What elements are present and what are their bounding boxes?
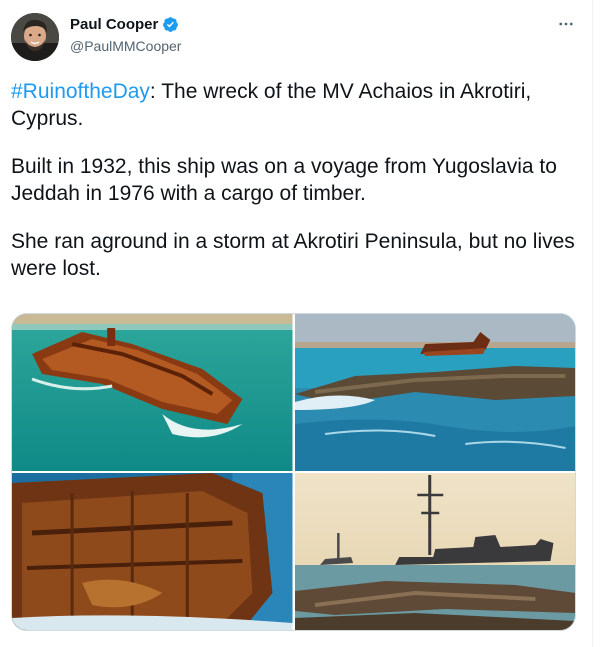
tweet-paragraph-3: She ran aground in a storm at Akrotiri P…	[11, 230, 575, 280]
wreck-shore-image	[294, 314, 575, 471]
person-portrait-icon	[11, 13, 59, 61]
tweet-paragraph-2: Built in 1932, this ship was on a voyage…	[11, 155, 557, 205]
verified-badge-icon	[163, 17, 179, 32]
wreck-sunset-image	[294, 473, 575, 630]
tweet-text: #RuinoftheDay: The wreck of the MV Achai…	[11, 78, 576, 303]
wreck-aerial-image	[12, 314, 293, 471]
author-handle[interactable]: @PaulMMCooper	[70, 38, 181, 54]
tweet-card: Paul Cooper @PaulMMCooper #RuinoftheDay:…	[0, 0, 593, 647]
wreck-hull-closeup-image	[12, 473, 293, 630]
hashtag-link[interactable]: #RuinoftheDay	[11, 80, 150, 103]
photo-1[interactable]	[12, 314, 293, 471]
media-grid	[11, 313, 576, 631]
photo-3[interactable]	[12, 473, 293, 630]
photo-4[interactable]	[294, 473, 575, 630]
more-options-button[interactable]	[554, 14, 578, 34]
author-display-name[interactable]: Paul Cooper	[70, 16, 158, 33]
photo-2[interactable]	[294, 314, 575, 471]
author-name-row[interactable]: Paul Cooper	[70, 16, 179, 33]
more-dots-icon	[559, 22, 573, 26]
tweet-paragraph-1: #RuinoftheDay: The wreck of the MV Achai…	[11, 78, 576, 132]
author-avatar[interactable]	[11, 13, 59, 61]
